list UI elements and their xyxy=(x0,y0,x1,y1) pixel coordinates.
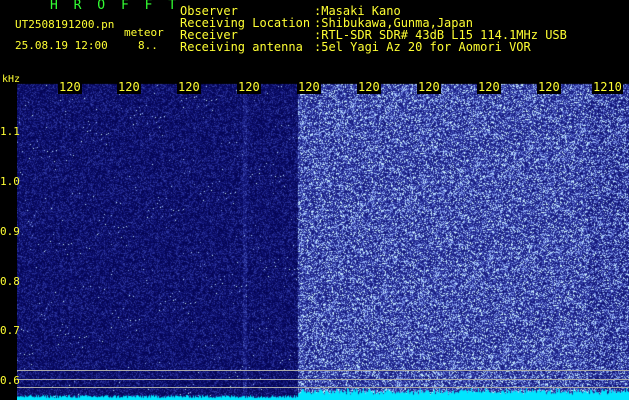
reference-line-lower xyxy=(17,387,629,388)
y-tick-label: 0.9 xyxy=(0,225,20,238)
meteor-label: meteor xyxy=(124,26,164,39)
x-tick-label: 120 xyxy=(297,80,321,94)
antenna-label: Receiving antenna xyxy=(180,40,303,54)
x-tick-label: 120 xyxy=(117,80,141,94)
y-tick-label: 0.6 xyxy=(0,374,20,387)
x-tick-label: 120 xyxy=(537,80,561,94)
y-tick-label: 0.7 xyxy=(0,324,20,337)
waterfall-display xyxy=(17,82,629,400)
y-tick-label: 1.0 xyxy=(0,175,20,188)
x-tick-label: 120 xyxy=(417,80,441,94)
datetime-label: 25.08.19 12:00 xyxy=(15,39,108,52)
filename-label: UT2508191200.pn xyxy=(15,18,115,31)
meteor-count: 8.. xyxy=(138,39,158,52)
x-tick-label: 120 xyxy=(177,80,201,94)
reference-line-middle xyxy=(17,379,629,380)
y-tick-label: 0.8 xyxy=(0,275,20,288)
x-tick-label: 120 xyxy=(237,80,261,94)
x-tick-label: 1210 xyxy=(592,80,623,94)
antenna-value: :5el Yagi Az 20 for Aomori VOR xyxy=(314,40,531,54)
hrofft-waterfall-window: H R O F F T UT2508191200.pn meteor 25.08… xyxy=(0,0,629,400)
x-tick-label: 120 xyxy=(58,80,82,94)
reference-line-upper xyxy=(17,370,629,371)
app-title: H R O F F T xyxy=(50,0,181,13)
x-tick-label: 120 xyxy=(357,80,381,94)
x-tick-label: 120 xyxy=(477,80,501,94)
y-tick-label: 1.1 xyxy=(0,125,20,138)
